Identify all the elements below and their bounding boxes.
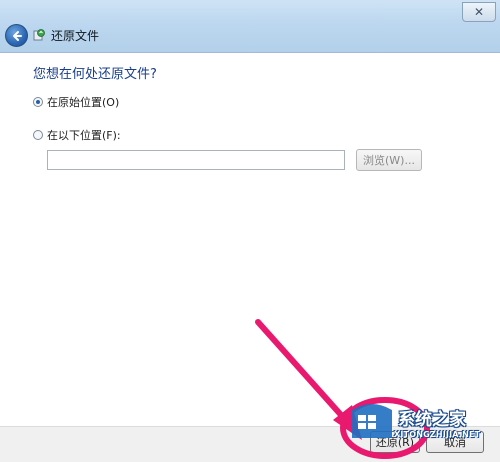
watermark-name: 系统之家 <box>398 410 466 430</box>
radio-button-checked[interactable] <box>33 97 43 107</box>
restore-files-icon <box>33 29 45 41</box>
close-button[interactable]: ✕ <box>462 2 496 22</box>
annotation-arrow <box>255 319 362 440</box>
watermark-url: XITONGZHIJIA.NET <box>394 430 481 439</box>
location-path-input[interactable] <box>47 150 345 170</box>
radio-original-location[interactable]: 在原始位置(O) <box>33 94 119 110</box>
title-bar: ✕ 还原文件 <box>0 0 500 53</box>
browse-button-label: 浏览(W)... <box>363 154 415 167</box>
radio-button-unchecked[interactable] <box>33 130 43 140</box>
radio-label-following: 在以下位置(F): <box>47 129 121 142</box>
back-button[interactable] <box>5 24 28 47</box>
page-title: 您想在何处还原文件? <box>33 67 157 82</box>
radio-label-original: 在原始位置(O) <box>47 96 120 109</box>
back-arrow-icon <box>12 30 22 41</box>
browse-button[interactable]: 浏览(W)... <box>356 149 422 171</box>
window-title: 还原文件 <box>51 29 100 43</box>
radio-following-location[interactable]: 在以下位置(F): <box>33 127 121 143</box>
close-icon: ✕ <box>473 5 485 19</box>
